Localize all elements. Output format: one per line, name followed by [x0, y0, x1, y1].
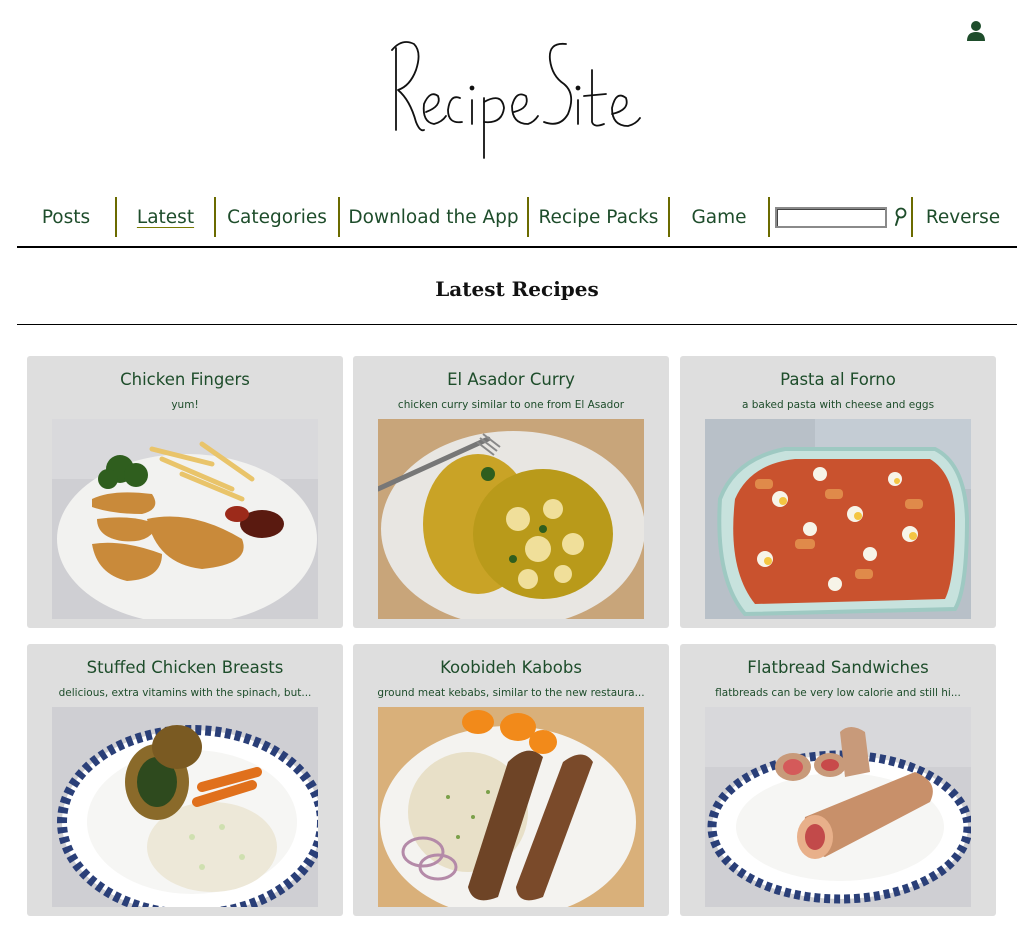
- recipe-card[interactable]: El Asador Curry chicken curry similar to…: [353, 356, 669, 628]
- recipe-description: flatbreads can be very low calorie and s…: [715, 687, 961, 699]
- nav-download-app[interactable]: Download the App: [348, 207, 518, 228]
- recipe-photo[interactable]: [705, 419, 971, 619]
- recipe-card[interactable]: Pasta al Forno a baked pasta with cheese…: [680, 356, 996, 628]
- recipe-title[interactable]: Stuffed Chicken Breasts: [27, 658, 343, 677]
- recipe-description: delicious, extra vitamins with the spina…: [58, 687, 312, 699]
- title-divider: [17, 324, 1017, 325]
- search-box: [774, 206, 907, 228]
- recipe-photo[interactable]: [378, 419, 644, 619]
- nav-game[interactable]: Game: [691, 207, 746, 228]
- page-title: Latest Recipes: [435, 277, 599, 301]
- recipe-title[interactable]: Flatbread Sandwiches: [680, 658, 996, 677]
- user-icon[interactable]: [965, 20, 987, 42]
- recipe-title[interactable]: Chicken Fingers: [27, 370, 343, 389]
- main-nav: Posts Latest Categories Download the App…: [17, 197, 1017, 237]
- header-divider: [17, 246, 1017, 248]
- nav-categories[interactable]: Categories: [227, 207, 327, 228]
- recipe-title[interactable]: El Asador Curry: [353, 370, 669, 389]
- search-input[interactable]: [774, 206, 887, 228]
- recipe-title[interactable]: Koobideh Kabobs: [353, 658, 669, 677]
- search-icon[interactable]: [893, 207, 907, 227]
- recipe-photo[interactable]: [378, 707, 644, 907]
- recipe-title[interactable]: Pasta al Forno: [680, 370, 996, 389]
- recipe-description: yum!: [171, 399, 199, 411]
- nav-latest[interactable]: Latest: [137, 207, 194, 228]
- site-logo[interactable]: [380, 30, 650, 165]
- recipe-photo[interactable]: [52, 707, 318, 907]
- recipe-photo[interactable]: [52, 419, 318, 619]
- nav-posts[interactable]: Posts: [42, 207, 90, 228]
- nav-reverse[interactable]: Reverse: [926, 207, 1000, 228]
- recipe-description: ground meat kebabs, similar to the new r…: [377, 687, 645, 699]
- nav-recipe-packs[interactable]: Recipe Packs: [539, 207, 659, 228]
- recipe-card[interactable]: Stuffed Chicken Breasts delicious, extra…: [27, 644, 343, 916]
- recipe-card[interactable]: Koobideh Kabobs ground meat kebabs, simi…: [353, 644, 669, 916]
- recipe-description: chicken curry similar to one from El Asa…: [397, 399, 625, 411]
- recipe-photo[interactable]: [705, 707, 971, 907]
- recipe-card[interactable]: Flatbread Sandwiches flatbreads can be v…: [680, 644, 996, 916]
- recipe-description: a baked pasta with cheese and eggs: [741, 399, 935, 411]
- recipe-card[interactable]: Chicken Fingers yum!: [27, 356, 343, 628]
